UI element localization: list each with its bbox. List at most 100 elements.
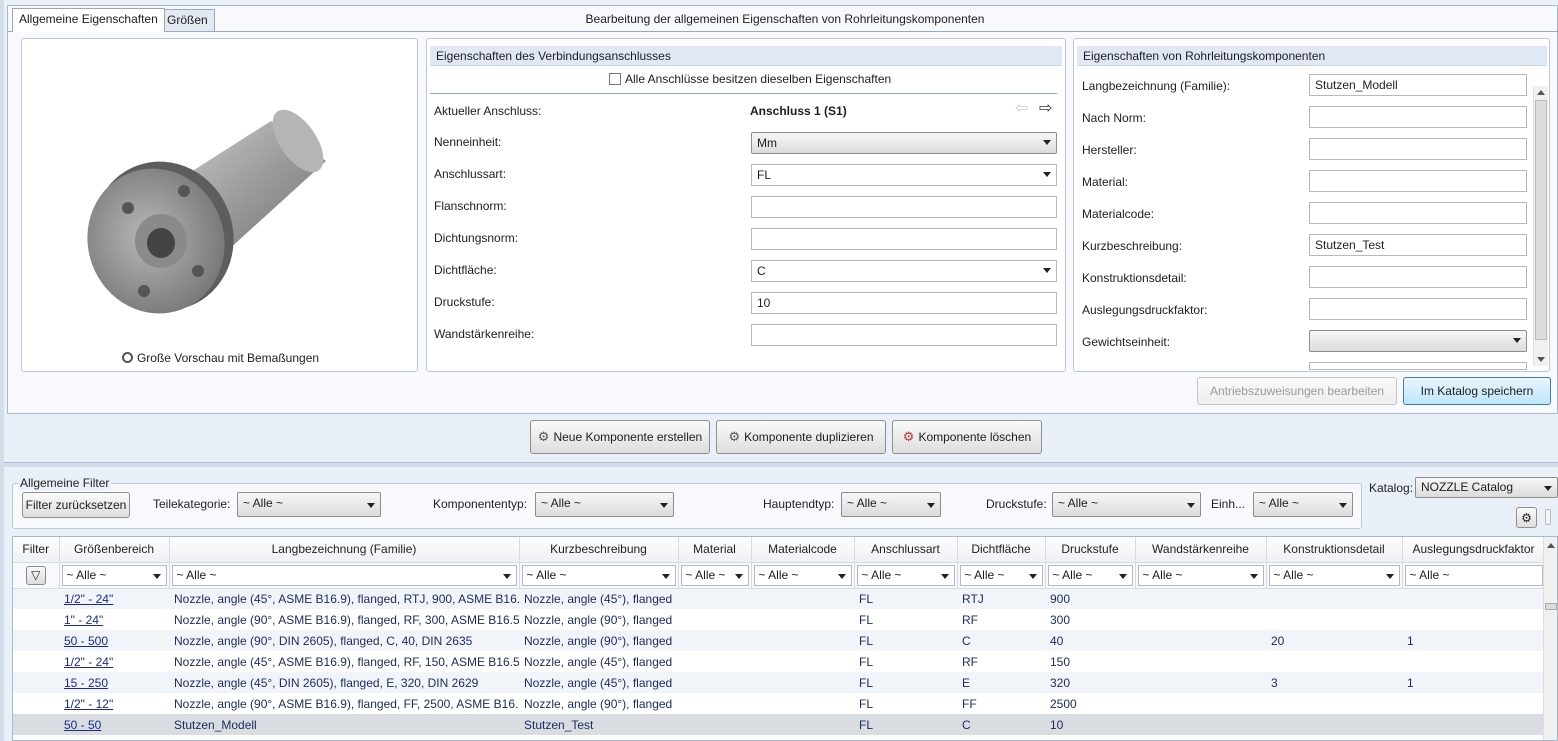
component-field-input[interactable] — [1309, 298, 1527, 320]
catalog-tools-button[interactable]: ⚙ — [1516, 507, 1537, 528]
table-row[interactable]: 1/2" - 24" Nozzle, angle (45°, ASME B16.9… — [13, 588, 1545, 609]
column-filter-select[interactable]: ~ Alle ~ — [171, 564, 517, 586]
pressure-class-select[interactable]: ~ Alle ~ — [1052, 492, 1201, 517]
column-filter-select[interactable]: ~ Alle ~ — [753, 564, 852, 586]
column-header[interactable]: Auslegungsdruckfaktor — [1402, 537, 1546, 563]
components-table: Filter Größenbereich Langbezeichnung (Fami… — [13, 537, 1546, 735]
column-header[interactable]: Wandstärkenreihe — [1135, 537, 1267, 563]
column-filter-select[interactable]: ~ Alle ~ — [1268, 564, 1400, 586]
connection-field-select[interactable]: Mm — [751, 132, 1057, 154]
connection-field-value: Mm — [757, 136, 777, 150]
unit-value: ~ Alle ~ — [1259, 496, 1300, 510]
component-type-value: ~ Alle ~ — [541, 496, 582, 510]
column-filter-select[interactable]: ~ Alle ~ — [1404, 564, 1543, 586]
table-cell — [678, 672, 751, 693]
column-filter-value: ~ Alle ~ — [66, 567, 107, 582]
current-connection-value: Anschluss 1 (S1) — [750, 104, 847, 118]
connection-field-input[interactable] — [751, 196, 1057, 218]
tab-sizes[interactable]: Größen — [160, 9, 215, 31]
table-cell: 1 — [1402, 630, 1545, 651]
part-category-select[interactable]: ~ Alle ~ — [237, 492, 381, 517]
component-field-select[interactable] — [1309, 330, 1527, 352]
large-preview-link[interactable]: Große Vorschau mit Bemaßungen — [22, 351, 419, 365]
component-scrollbar[interactable] — [1533, 86, 1548, 366]
save-to-catalog-button[interactable]: Im Katalog speichern — [1403, 377, 1551, 405]
delete-component-button[interactable]: ⚙ Komponente löschen — [892, 420, 1042, 454]
column-filter-select[interactable]: ~ Alle ~ — [959, 564, 1043, 586]
column-filter-value: ~ Alle ~ — [526, 567, 567, 582]
size-range-link[interactable]: 1" - 24" — [59, 609, 169, 630]
column-header[interactable]: Filter — [13, 537, 60, 563]
component-field-input[interactable]: Stutzen_Modell — [1309, 74, 1527, 96]
catalog-extra-button[interactable] — [1545, 509, 1551, 525]
size-range-link[interactable]: 1/2" - 12" — [59, 693, 169, 714]
table-cell: Nozzle, angle (90°), flanged — [524, 612, 673, 627]
connection-field-select[interactable]: FL — [751, 164, 1057, 186]
column-header[interactable]: Größenbereich — [59, 537, 170, 563]
catalog-select[interactable]: NOZZLE Catalog — [1415, 477, 1558, 498]
size-range-link[interactable]: 50 - 50 — [59, 714, 169, 735]
new-component-button[interactable]: ⚙ Neue Komponente erstellen — [530, 420, 710, 454]
column-header[interactable]: Konstruktionsdetail — [1266, 537, 1403, 563]
component-field-input[interactable] — [1309, 138, 1527, 160]
connection-field-select[interactable]: C — [751, 260, 1057, 282]
component-field-input[interactable] — [1309, 202, 1527, 224]
table-cell — [1402, 651, 1545, 672]
table-row[interactable]: 15 - 250 Nozzle, angle (45°, DIN 2605), f… — [13, 672, 1545, 693]
panel-splitter[interactable] — [0, 462, 1558, 467]
column-header[interactable]: Anschlussart — [854, 537, 958, 563]
table-row[interactable]: 50 - 500 Nozzle, angle (90°, DIN 2605), f… — [13, 630, 1545, 651]
column-filter-select[interactable]: ~ Alle ~ — [61, 564, 167, 586]
prev-connection-icon[interactable]: ⇦ — [1015, 101, 1028, 117]
table-cell — [1266, 693, 1402, 714]
column-header[interactable]: Kurzbeschreibung — [519, 537, 679, 563]
duplicate-component-button[interactable]: ⚙ Komponente duplizieren — [716, 420, 886, 454]
column-header[interactable]: Dichtfläche — [957, 537, 1046, 563]
component-field-input[interactable]: Stutzen_Test — [1309, 234, 1527, 256]
chevron-down-icon — [1043, 172, 1051, 177]
same-props-checkbox[interactable]: Alle Anschlüsse besitzen dieselben Eigen… — [609, 72, 891, 86]
current-connection-label: Aktueller Anschluss: — [434, 104, 542, 118]
column-filter-select[interactable]: ~ Alle ~ — [856, 564, 955, 586]
table-row[interactable]: 1/2" - 24" Nozzle, angle (45°, ASME B16.9… — [13, 651, 1545, 672]
column-filter-select[interactable]: ~ Alle ~ — [521, 564, 676, 586]
table-row[interactable]: 50 - 50 Stutzen_Modell Stutzen_Test FL C 10 — [13, 714, 1545, 735]
component-field-input[interactable] — [1309, 170, 1527, 192]
main-end-type-label: Hauptendtyp: — [763, 497, 835, 511]
column-filter-select[interactable]: ~ Alle ~ — [1047, 564, 1133, 586]
size-range-link[interactable]: 1/2" - 24" — [59, 588, 169, 609]
tab-general-properties[interactable]: Allgemeine Eigenschaften — [12, 8, 165, 32]
delete-component-label: Komponente löschen — [918, 430, 1032, 444]
edit-drive-assignments-button[interactable]: Antriebszuweisungen bearbeiten — [1197, 377, 1397, 405]
unit-select[interactable]: ~ Alle ~ — [1253, 492, 1353, 517]
column-filter-select[interactable]: ~ Alle ~ — [1137, 564, 1264, 586]
size-range-link[interactable]: 50 - 500 — [59, 630, 169, 651]
component-field-input[interactable] — [1309, 106, 1527, 128]
table-cell: FL — [854, 588, 957, 609]
table-row[interactable]: 1" - 24" Nozzle, angle (90°, ASME B16.9),… — [13, 609, 1545, 630]
chevron-down-icon — [1385, 573, 1394, 579]
filter-funnel-icon[interactable]: ▽ — [25, 565, 46, 585]
table-row[interactable]: 1/2" - 12" Nozzle, angle (90°, ASME B16.9… — [13, 693, 1545, 714]
main-end-type-select[interactable]: ~ Alle ~ — [841, 492, 941, 517]
column-header[interactable]: Druckstufe — [1045, 537, 1136, 563]
connection-field-input[interactable] — [751, 228, 1057, 250]
column-filter-select[interactable]: ~ Alle ~ — [680, 564, 749, 586]
connection-field-input[interactable] — [751, 324, 1057, 346]
component-field-input[interactable] — [1309, 362, 1527, 370]
size-range-link[interactable]: 1/2" - 24" — [59, 651, 169, 672]
next-connection-icon[interactable]: ⇨ — [1039, 101, 1052, 117]
column-header[interactable]: Materialcode — [751, 537, 855, 563]
table-cell: 2500 — [1050, 696, 1077, 711]
component-field-input[interactable] — [1309, 266, 1527, 288]
row-filter-cell — [13, 672, 59, 693]
connection-field-input[interactable]: 10 — [751, 292, 1057, 314]
column-header[interactable]: Material — [678, 537, 752, 563]
reset-filters-button[interactable]: Filter zurücksetzen — [22, 492, 130, 518]
column-header[interactable]: Langbezeichnung (Familie) — [169, 537, 520, 563]
component-type-select[interactable]: ~ Alle ~ — [535, 492, 674, 517]
delete-component-icon: ⚙ — [902, 429, 915, 444]
connection-field-label: Flanschnorm: — [434, 199, 507, 213]
grid-scrollbar[interactable] — [1543, 537, 1557, 740]
size-range-link[interactable]: 15 - 250 — [59, 672, 169, 693]
